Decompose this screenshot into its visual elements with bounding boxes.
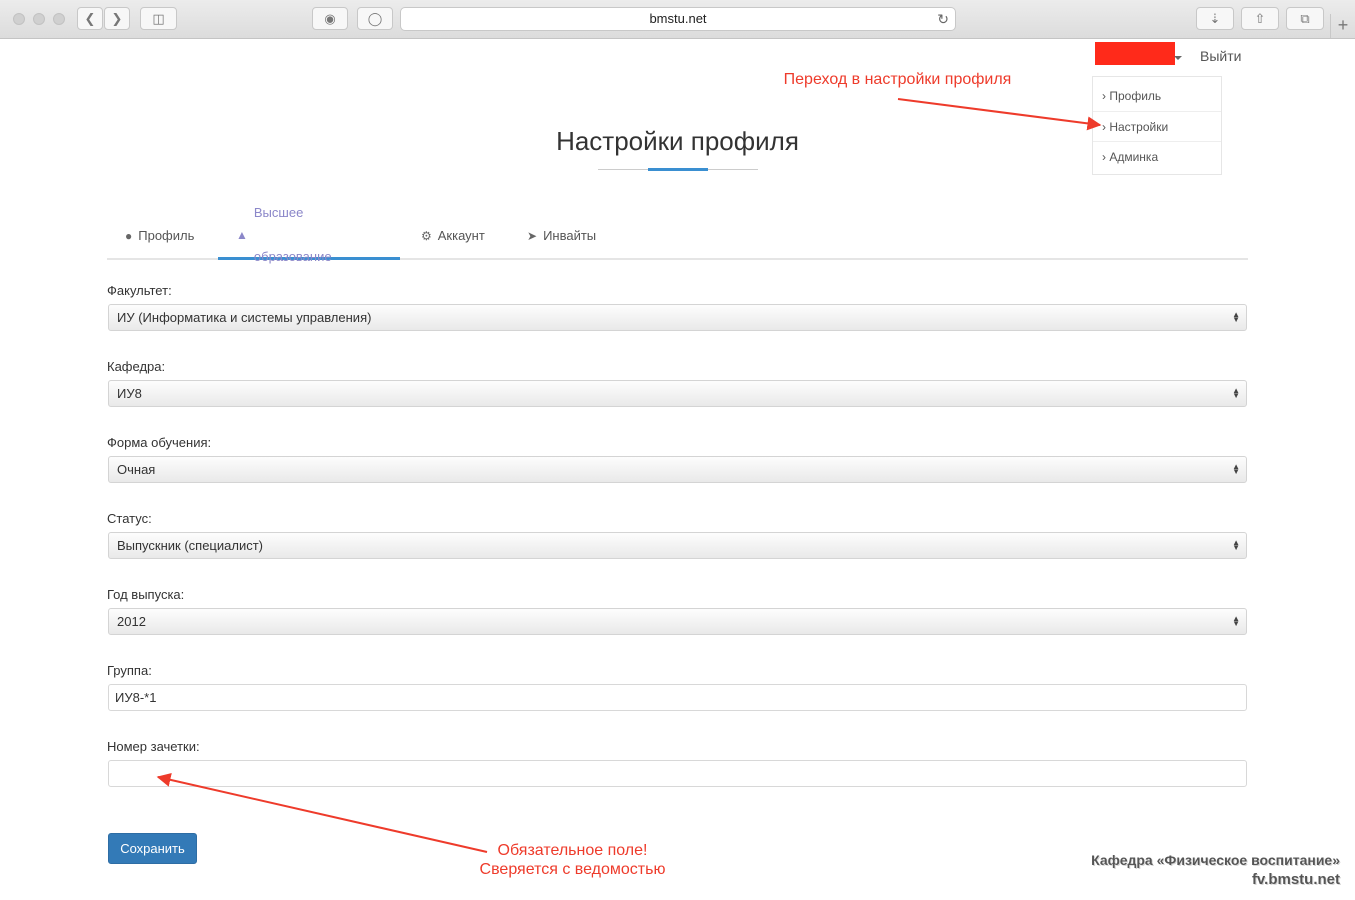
arrow-to-settings [897,98,1102,131]
annotation-arrows [156,98,1102,853]
arrow-to-record-book [156,772,488,853]
